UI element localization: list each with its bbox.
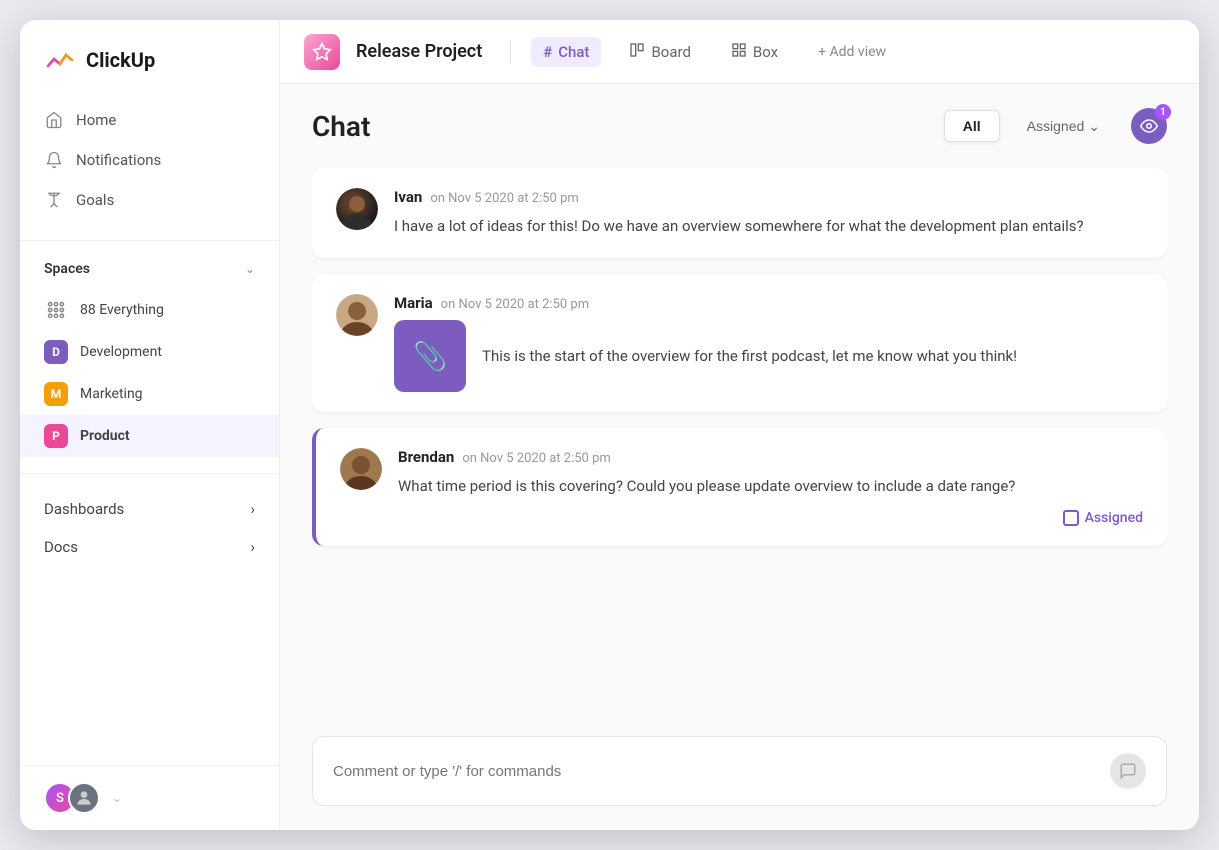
message-ivan-meta: Ivan on Nov 5 2020 at 2:50 pm: [394, 188, 1143, 206]
spaces-header[interactable]: Spaces ⌄: [20, 253, 279, 285]
send-button[interactable]: [1110, 753, 1146, 789]
sidebar-item-notifications[interactable]: Notifications: [20, 140, 279, 180]
clickup-logo-icon: [44, 44, 76, 76]
development-badge: D: [44, 340, 68, 364]
message-brendan-time: on Nov 5 2020 at 2:50 pm: [462, 451, 610, 466]
tab-board[interactable]: Board: [617, 36, 702, 68]
assigned-tag: Assigned: [398, 510, 1143, 526]
message-brendan-body: Brendan on Nov 5 2020 at 2:50 pm What ti…: [398, 448, 1143, 526]
attachment-text: This is the start of the overview for th…: [482, 344, 1017, 368]
message-brendan-meta: Brendan on Nov 5 2020 at 2:50 pm: [398, 448, 1143, 466]
sidebar-item-goals[interactable]: Goals: [20, 180, 279, 220]
sidebar-item-everything[interactable]: 88 Everything: [20, 289, 279, 331]
app-container: ClickUp Home Notifications Goals: [20, 20, 1199, 830]
assigned-label: Assigned: [1085, 510, 1143, 526]
chevron-down-icon: ⌄: [245, 262, 255, 276]
bell-icon: [44, 150, 64, 170]
everything-icon: [44, 298, 68, 322]
docs-label: Docs: [44, 538, 78, 556]
footer-chevron-icon: ⌄: [112, 791, 122, 805]
dashboards-chevron-icon: ›: [250, 500, 255, 518]
comment-input[interactable]: [333, 763, 1110, 780]
sidebar-item-home-label: Home: [76, 111, 116, 129]
sidebar-nav: Home Notifications Goals: [20, 92, 279, 228]
logo[interactable]: ClickUp: [20, 20, 279, 92]
chat-hash-icon: #: [543, 43, 552, 61]
add-view-button[interactable]: + Add view: [806, 38, 898, 66]
chat-area: Chat All Assigned ⌄ 1: [280, 84, 1199, 830]
attachment-icon[interactable]: 📎: [394, 320, 466, 392]
tab-chat[interactable]: # Chat: [531, 37, 601, 67]
sidebar: ClickUp Home Notifications Goals: [20, 20, 280, 830]
tab-box-label: Box: [753, 43, 778, 61]
avatar-user: [68, 782, 100, 814]
messages-list: Ivan on Nov 5 2020 at 2:50 pm I have a l…: [312, 168, 1167, 720]
tab-box[interactable]: Box: [719, 36, 790, 68]
assigned-checkbox[interactable]: [1063, 510, 1079, 526]
marketing-badge: M: [44, 382, 68, 406]
sidebar-item-notifications-label: Notifications: [76, 151, 161, 169]
spaces-label: Spaces: [44, 261, 90, 277]
message-brendan: Brendan on Nov 5 2020 at 2:50 pm What ti…: [312, 428, 1167, 546]
message-maria: Maria on Nov 5 2020 at 2:50 pm 📎 This is…: [312, 274, 1167, 412]
filter-all-button[interactable]: All: [944, 110, 1000, 142]
tab-chat-label: Chat: [558, 43, 589, 61]
avatar-brendan: [340, 448, 382, 490]
message-maria-body: Maria on Nov 5 2020 at 2:50 pm 📎 This is…: [394, 294, 1143, 392]
spaces-list: 88 Everything D Development M Marketing …: [20, 285, 279, 461]
sidebar-item-marketing[interactable]: M Marketing: [20, 373, 279, 415]
app-name: ClickUp: [86, 48, 155, 72]
message-ivan: Ivan on Nov 5 2020 at 2:50 pm I have a l…: [312, 168, 1167, 258]
product-label: Product: [80, 428, 130, 444]
avatar-group[interactable]: S: [44, 782, 100, 814]
chat-title: Chat: [312, 110, 370, 143]
sidebar-item-goals-label: Goals: [76, 191, 114, 209]
message-ivan-body: Ivan on Nov 5 2020 at 2:50 pm I have a l…: [394, 188, 1143, 238]
trophy-icon: [44, 190, 64, 210]
project-icon: [304, 34, 340, 70]
dashboards-label: Dashboards: [44, 500, 124, 518]
message-maria-time: on Nov 5 2020 at 2:50 pm: [441, 297, 589, 312]
avatar-maria: [336, 294, 378, 336]
sidebar-divider-2: [20, 473, 279, 474]
filter-assigned-button[interactable]: Assigned ⌄: [1008, 110, 1119, 143]
board-icon: [629, 42, 645, 62]
message-brendan-author: Brendan: [398, 448, 454, 466]
sidebar-sections: Dashboards › Docs ›: [20, 486, 279, 570]
everything-label: 88 Everything: [80, 302, 164, 318]
watch-button[interactable]: 1: [1131, 108, 1167, 144]
message-ivan-text: I have a lot of ideas for this! Do we ha…: [394, 214, 1143, 238]
comment-input-area: [312, 736, 1167, 806]
message-brendan-text: What time period is this covering? Could…: [398, 474, 1143, 498]
filter-chevron-icon: ⌄: [1088, 118, 1100, 135]
marketing-label: Marketing: [80, 386, 143, 402]
message-maria-attachment: 📎 This is the start of the overview for …: [394, 320, 1143, 392]
message-maria-author: Maria: [394, 294, 433, 312]
message-ivan-author: Ivan: [394, 188, 422, 206]
message-ivan-time: on Nov 5 2020 at 2:50 pm: [430, 191, 578, 206]
box-icon: [731, 42, 747, 62]
sidebar-footer: S ⌄: [20, 765, 279, 830]
sidebar-item-development[interactable]: D Development: [20, 331, 279, 373]
sidebar-item-dashboards[interactable]: Dashboards ›: [20, 490, 279, 528]
product-badge: P: [44, 424, 68, 448]
avatar-ivan: [336, 188, 378, 230]
docs-chevron-icon: ›: [250, 538, 255, 556]
main-content: Release Project # Chat Board Box + Add v…: [280, 20, 1199, 830]
add-view-label: + Add view: [818, 44, 886, 60]
sidebar-item-home[interactable]: Home: [20, 100, 279, 140]
project-title: Release Project: [356, 41, 482, 62]
home-icon: [44, 110, 64, 130]
topbar: Release Project # Chat Board Box + Add v…: [280, 20, 1199, 84]
development-label: Development: [80, 344, 162, 360]
tab-board-label: Board: [651, 43, 690, 61]
watch-badge: 1: [1155, 104, 1171, 120]
sidebar-divider-1: [20, 240, 279, 241]
chat-filters: All Assigned ⌄: [944, 110, 1119, 143]
sidebar-item-docs[interactable]: Docs ›: [20, 528, 279, 566]
chat-header: Chat All Assigned ⌄ 1: [312, 108, 1167, 144]
sidebar-item-product[interactable]: P Product: [20, 415, 279, 457]
topbar-divider: [510, 40, 511, 64]
message-maria-meta: Maria on Nov 5 2020 at 2:50 pm: [394, 294, 1143, 312]
